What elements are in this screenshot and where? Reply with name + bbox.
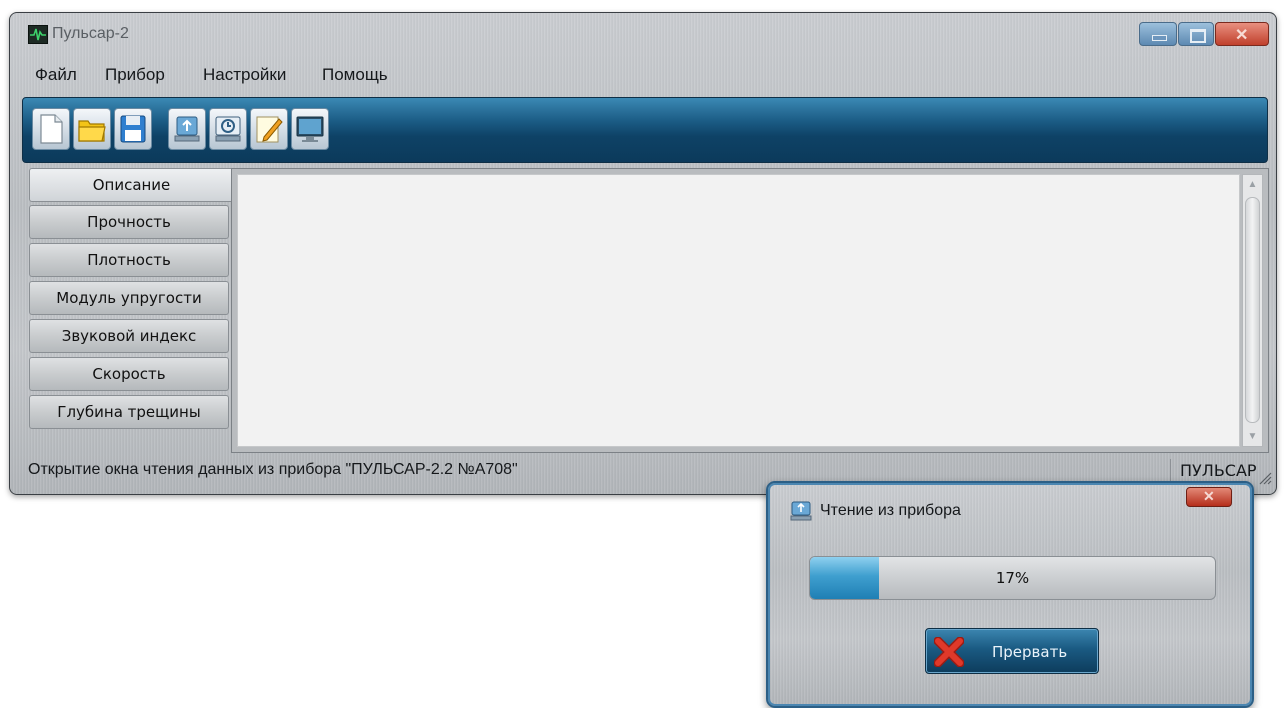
abort-button[interactable]: Прервать [925, 628, 1099, 674]
menu-settings[interactable]: Настройки [203, 65, 286, 85]
save-button[interactable] [114, 108, 152, 150]
monitor-button[interactable] [291, 108, 329, 150]
status-device-name: ПУЛЬСАР [1180, 461, 1257, 480]
sidebar-item-description[interactable]: Описание [29, 168, 234, 202]
scroll-up-icon[interactable]: ▲ [1245, 177, 1260, 192]
open-folder-icon [78, 120, 106, 142]
description-text-area[interactable] [237, 174, 1240, 447]
minimize-icon [1152, 35, 1167, 41]
history-button[interactable] [209, 108, 247, 150]
minimize-button[interactable] [1139, 22, 1177, 46]
sidebar: Описание Прочность Плотность Модуль упру… [24, 168, 234, 453]
device-read-button[interactable] [168, 108, 206, 150]
scroll-down-icon[interactable]: ▼ [1245, 429, 1260, 444]
sidebar-item-sound-index[interactable]: Звуковой индекс [29, 319, 229, 353]
new-file-button[interactable] [32, 108, 70, 150]
menu-help[interactable]: Помощь [322, 65, 388, 85]
sidebar-item-elastic-modulus[interactable]: Модуль упругости [29, 281, 229, 315]
menu-device[interactable]: Прибор [105, 65, 165, 85]
history-icon [215, 116, 241, 142]
close-icon: ✕ [1235, 27, 1249, 44]
main-window: Пульсар-2 ✕ Файл Прибор Настройки Помощь [9, 12, 1277, 495]
read-device-dialog: Чтение из прибора ✕ 17% Прервать [766, 481, 1254, 708]
status-message: Открытие окна чтения данных из прибора "… [28, 461, 518, 478]
dialog-title: Чтение из прибора [820, 502, 961, 519]
close-button[interactable]: ✕ [1215, 22, 1269, 46]
sidebar-item-crack-depth[interactable]: Глубина трещины [29, 395, 229, 429]
sidebar-item-density[interactable]: Плотность [29, 243, 229, 277]
edit-button[interactable] [250, 108, 288, 150]
save-icon [120, 115, 146, 143]
sidebar-item-strength[interactable]: Прочность [29, 205, 229, 239]
scroll-thumb[interactable] [1245, 197, 1260, 423]
progress-percent: 17% [995, 569, 1030, 587]
resize-grip-icon[interactable] [1258, 471, 1272, 485]
progress-bar: 17% [809, 556, 1216, 600]
menu-file[interactable]: Файл [35, 65, 77, 85]
title-bar[interactable]: Пульсар-2 ✕ [10, 13, 1276, 49]
device-usb-icon [790, 501, 812, 521]
app-pulse-icon [28, 25, 48, 44]
sidebar-item-speed[interactable]: Скорость [29, 357, 229, 391]
close-icon: ✕ [1203, 488, 1215, 504]
toolbar [22, 97, 1268, 163]
content-panel: ▲ ▼ [231, 168, 1269, 453]
vertical-scrollbar[interactable]: ▲ ▼ [1242, 174, 1263, 447]
edit-note-icon [256, 116, 283, 143]
monitor-icon [296, 116, 324, 142]
red-x-icon [934, 637, 964, 667]
new-file-icon [40, 114, 63, 144]
maximize-icon [1190, 29, 1206, 43]
device-usb-icon [174, 116, 200, 142]
open-folder-button[interactable] [73, 108, 111, 150]
abort-label: Прервать [992, 643, 1068, 661]
maximize-button[interactable] [1178, 22, 1214, 46]
window-title: Пульсар-2 [52, 25, 129, 42]
dialog-close-button[interactable]: ✕ [1186, 487, 1232, 507]
